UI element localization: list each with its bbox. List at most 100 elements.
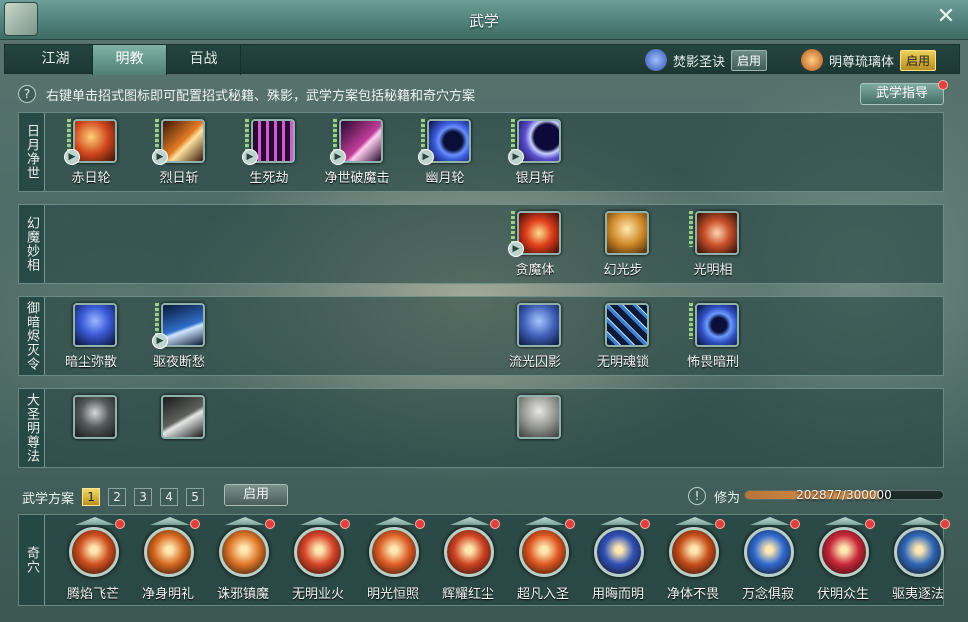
skill-row-dasheng: 大圣明尊法 xyxy=(18,388,944,468)
exclamation-icon[interactable]: ! xyxy=(688,487,706,505)
skill-item[interactable] xyxy=(495,391,575,467)
play-icon[interactable]: ▶ xyxy=(242,149,258,165)
row-label: 幻魔妙相 xyxy=(19,205,45,283)
stance-name: 焚影圣诀 xyxy=(673,54,726,70)
plan-number-5[interactable]: 5 xyxy=(186,488,205,506)
skill-item[interactable] xyxy=(139,391,219,467)
locked-skill-icon xyxy=(161,395,205,439)
skill-item[interactable] xyxy=(51,391,131,467)
tab-mingjiao[interactable]: 明教 xyxy=(93,45,167,75)
cultivation-value: 202877/300000 xyxy=(796,488,892,502)
skill-item[interactable]: ▶ 贪魔体 xyxy=(495,207,575,283)
play-icon[interactable]: ▶ xyxy=(64,149,80,165)
expand-arrow-icon[interactable] xyxy=(75,517,115,525)
expand-arrow-icon[interactable] xyxy=(825,517,865,525)
expand-arrow-icon[interactable] xyxy=(675,517,715,525)
skill-name: 流光囚影 xyxy=(508,355,561,370)
locked-skill-icon xyxy=(73,395,117,439)
plan-number-4[interactable]: 4 xyxy=(160,488,179,506)
skill-item[interactable]: 幻光步 xyxy=(583,207,663,283)
skill-name: 驱夜断愁 xyxy=(152,355,205,370)
martial-guide-button[interactable]: 武学指导 xyxy=(860,83,944,105)
expand-arrow-icon[interactable] xyxy=(225,517,265,525)
play-icon[interactable]: ▶ xyxy=(152,149,168,165)
skill-item[interactable]: ▶ 幽月轮 xyxy=(405,115,485,191)
skill-name: 幻光步 xyxy=(603,263,643,278)
skill-name: 光明相 xyxy=(693,263,733,278)
qixue-item[interactable]: 辉耀红尘 xyxy=(430,515,504,607)
enable-mingzun-button[interactable]: 启用 xyxy=(900,49,937,71)
notification-dot xyxy=(340,519,350,529)
skill-row-huanmo: 幻魔妙相 ▶ 贪魔体 幻光步 光明相 xyxy=(18,204,944,284)
skill-name: 幽月轮 xyxy=(425,171,465,186)
notification-dot xyxy=(265,519,275,529)
close-icon[interactable]: ✕ xyxy=(934,6,958,30)
tab-bar: 江湖 明教 百战 焚影圣诀 启用 明尊琉璃体 启用 xyxy=(4,44,960,75)
skill-item[interactable]: ▶ 烈日斩 xyxy=(139,115,219,191)
tab-baizhan[interactable]: 百战 xyxy=(167,45,241,75)
skill-item[interactable]: 怖畏暗刑 xyxy=(673,299,753,375)
skill-item[interactable]: ▶ 生死劫 xyxy=(229,115,309,191)
plan-number-1[interactable]: 1 xyxy=(82,488,101,506)
expand-arrow-icon[interactable] xyxy=(375,517,415,525)
skill-item[interactable]: 光明相 xyxy=(673,207,753,283)
qixue-item[interactable]: 净身明礼 xyxy=(130,515,204,607)
expand-arrow-icon[interactable] xyxy=(600,517,640,525)
qixue-item[interactable]: 明光恒照 xyxy=(355,515,429,607)
expand-arrow-icon[interactable] xyxy=(525,517,565,525)
level-bars xyxy=(689,211,693,247)
skill-item[interactable]: 流光囚影 xyxy=(495,299,575,375)
skill-item[interactable]: 暗尘弥散 xyxy=(51,299,131,375)
plan-number-3[interactable]: 3 xyxy=(134,488,153,506)
question-icon[interactable]: ? xyxy=(18,85,36,103)
skill-item[interactable]: ▶ 净世破魔击 xyxy=(317,115,397,191)
qixue-icon xyxy=(144,527,194,577)
play-icon[interactable]: ▶ xyxy=(508,241,524,257)
apply-plan-button[interactable]: 启用 xyxy=(224,484,288,506)
skill-item[interactable]: ▶ 赤日轮 xyxy=(51,115,131,191)
notification-dot xyxy=(415,519,425,529)
qixue-icon xyxy=(294,527,344,577)
qixue-item[interactable]: 腾焰飞芒 xyxy=(55,515,129,607)
expand-arrow-icon[interactable] xyxy=(300,517,340,525)
skill-item[interactable]: ▶ 驱夜断愁 xyxy=(139,299,219,375)
expand-arrow-icon[interactable] xyxy=(450,517,490,525)
play-icon[interactable]: ▶ xyxy=(508,149,524,165)
expand-arrow-icon[interactable] xyxy=(900,517,940,525)
qixue-item[interactable]: 万念俱寂 xyxy=(730,515,804,607)
play-icon[interactable]: ▶ xyxy=(330,149,346,165)
row-label: 奇穴 xyxy=(19,515,45,605)
play-icon[interactable]: ▶ xyxy=(418,149,434,165)
qixue-item[interactable]: 驱夷逐法 xyxy=(880,515,954,607)
notification-dot xyxy=(940,519,950,529)
play-icon[interactable]: ▶ xyxy=(152,333,168,349)
tab-jianghu[interactable]: 江湖 xyxy=(19,45,93,75)
qixue-icon xyxy=(219,527,269,577)
qixue-icon xyxy=(894,527,944,577)
qixue-item[interactable]: 伏明众生 xyxy=(805,515,879,607)
plan-label: 武学方案 xyxy=(22,491,75,507)
qixue-item[interactable]: 无明业火 xyxy=(280,515,354,607)
plan-number-2[interactable]: 2 xyxy=(108,488,127,506)
skill-row-riyue: 日月净世 ▶ 赤日轮 ▶ 烈日斩 ▶ 生死劫 ▶ 净世破魔击 ▶ 幽月轮 ▶ 银月斩 xyxy=(18,112,944,192)
skill-item[interactable]: 无明魂锁 xyxy=(583,299,663,375)
hint-text: 右键单击招式图标即可配置招式秘籍、殊影，武学方案包括秘籍和奇穴方案 xyxy=(46,88,476,104)
skill-row-yuan: 御暗烬灭令 暗尘弥散 ▶ 驱夜断愁 流光囚影 无明魂锁 怖畏暗刑 xyxy=(18,296,944,376)
skill-item[interactable]: ▶ 银月斩 xyxy=(495,115,575,191)
huanguang-bu-icon xyxy=(605,211,649,255)
qixue-item[interactable]: 用晦而明 xyxy=(580,515,654,607)
qixue-icon xyxy=(594,527,644,577)
mingzun-stance-icon xyxy=(801,49,823,71)
qixue-item[interactable]: 超凡入圣 xyxy=(505,515,579,607)
row-label: 大圣明尊法 xyxy=(19,389,45,467)
notification-dot xyxy=(490,519,500,529)
expand-arrow-icon[interactable] xyxy=(150,517,190,525)
martial-plan: 武学方案 1 2 3 4 5 xyxy=(22,487,205,507)
qixue-name: 驱夷逐法 xyxy=(891,587,944,602)
qixue-item[interactable]: 诛邪镇魔 xyxy=(205,515,279,607)
notification-dot xyxy=(565,519,575,529)
expand-arrow-icon[interactable] xyxy=(750,517,790,525)
hint-row: ? 右键单击招式图标即可配置招式秘籍、殊影，武学方案包括秘籍和奇穴方案 xyxy=(18,84,475,104)
enable-fenying-button[interactable]: 启用 xyxy=(731,49,768,71)
qixue-item[interactable]: 净体不畏 xyxy=(655,515,729,607)
